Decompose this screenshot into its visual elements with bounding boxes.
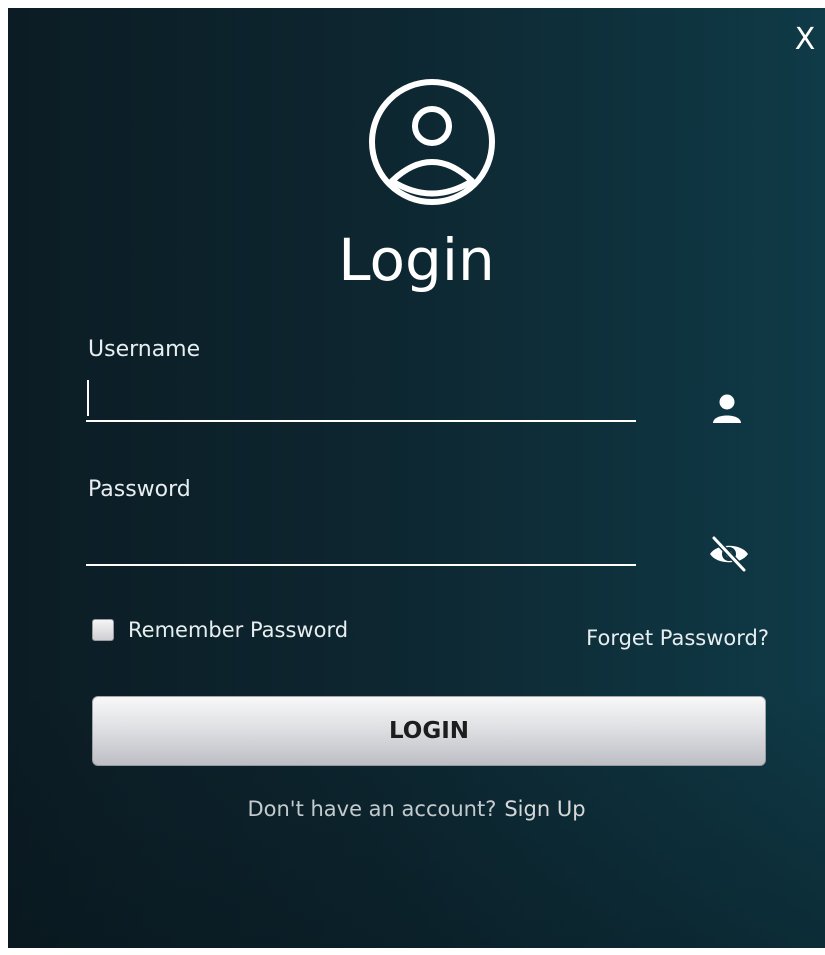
page-title: Login (338, 226, 495, 294)
password-label: Password (88, 477, 191, 502)
username-label: Username (88, 337, 201, 362)
forget-password-link[interactable]: Forget Password? (586, 624, 769, 652)
remember-password-checkbox[interactable] (92, 619, 114, 641)
signup-row: Don't have an account? Sign Up (8, 794, 825, 824)
close-button[interactable]: X (791, 22, 819, 58)
password-input[interactable] (86, 522, 636, 566)
signup-link[interactable]: Sign Up (504, 797, 585, 821)
user-icon (713, 394, 741, 423)
login-window: X Login Username Password Remember Passw… (8, 8, 825, 948)
login-button[interactable]: LOGIN (92, 696, 766, 766)
eye-slash-icon[interactable] (708, 534, 750, 574)
username-input[interactable] (86, 378, 636, 422)
signup-prompt: Don't have an account? (247, 797, 497, 821)
remember-password[interactable]: Remember Password (92, 616, 348, 644)
user-circle-icon (369, 79, 495, 205)
text-caret (87, 380, 89, 416)
remember-password-label: Remember Password (128, 618, 349, 642)
